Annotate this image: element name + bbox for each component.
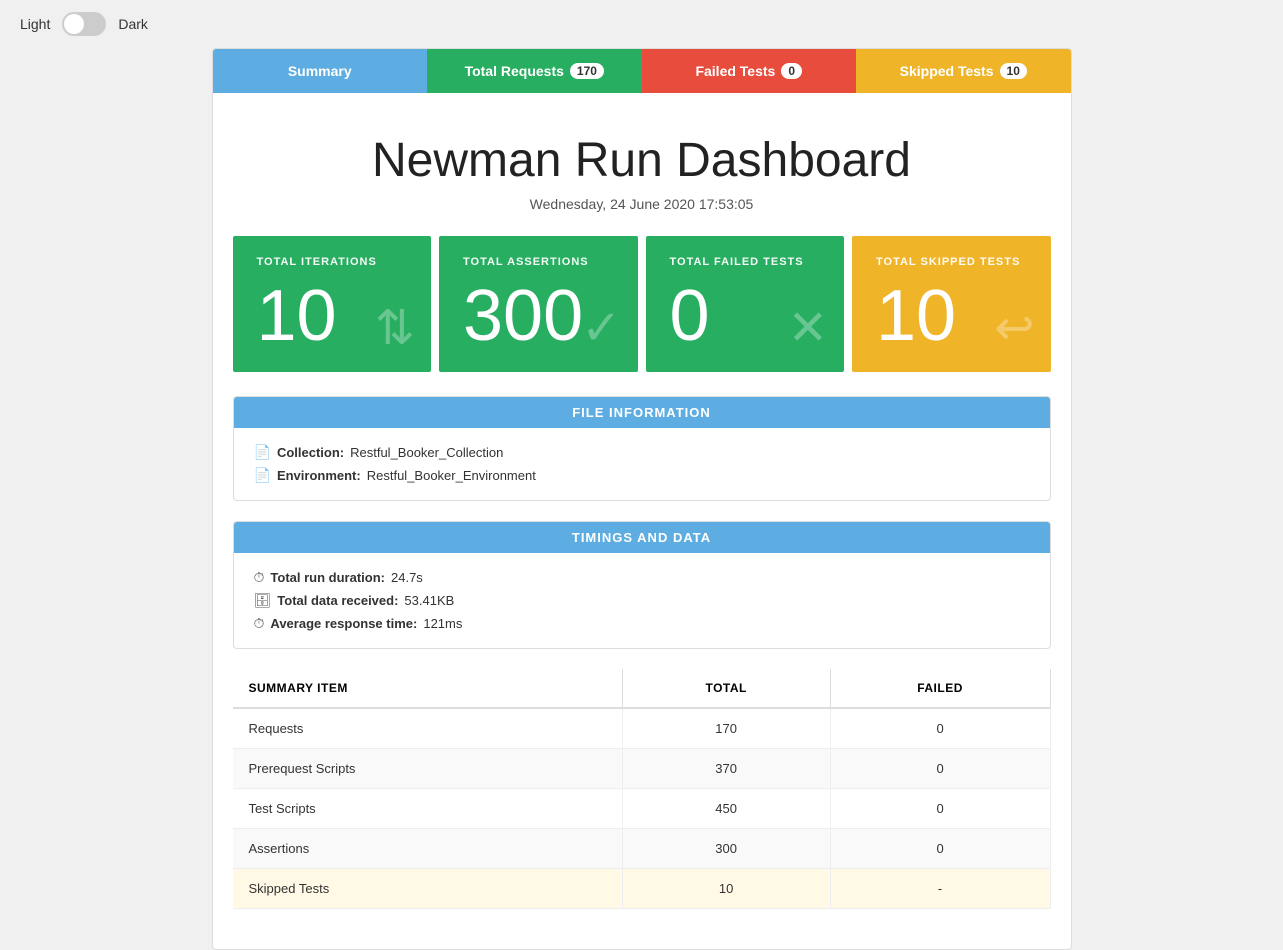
skipped-icon: ↩ — [994, 300, 1034, 356]
row-total: 300 — [622, 829, 830, 869]
iterations-icon: ⇅ — [375, 300, 415, 356]
row-total: 370 — [622, 749, 830, 789]
stats-row: TOTAL ITERATIONS 10 ⇅ TOTAL ASSERTIONS 3… — [233, 236, 1051, 372]
dashboard-content: Newman Run Dashboard Wednesday, 24 June … — [213, 93, 1071, 949]
dashboard-date: Wednesday, 24 June 2020 17:53:05 — [233, 196, 1051, 212]
timings-header: TIMINGS AND DATA — [234, 522, 1050, 553]
tab-skipped-tests-badge: 10 — [1000, 63, 1027, 79]
col-total-header: TOTAL — [622, 669, 830, 708]
response-value: 121ms — [423, 616, 462, 631]
stat-assertions-label: TOTAL ASSERTIONS — [463, 256, 614, 268]
light-label: Light — [20, 16, 50, 32]
table-row: Requests1700 — [233, 708, 1051, 749]
response-row: ⏱ Average response time: 121ms — [254, 615, 1030, 632]
row-failed: 0 — [830, 749, 1050, 789]
environment-label: Environment: — [277, 468, 361, 483]
row-failed: 0 — [830, 829, 1050, 869]
theme-toggle[interactable] — [62, 12, 106, 36]
row-failed: - — [830, 869, 1050, 909]
row-item: Skipped Tests — [233, 869, 623, 909]
duration-value: 24.7s — [391, 570, 423, 585]
table-row: Assertions3000 — [233, 829, 1051, 869]
environment-icon: 📄 — [254, 467, 271, 484]
response-icon: ⏱ — [254, 615, 265, 632]
col-failed-header: FAILED — [830, 669, 1050, 708]
tab-total-requests-badge: 170 — [570, 63, 604, 79]
assertions-icon: ✓ — [581, 300, 621, 356]
stat-iterations-label: TOTAL ITERATIONS — [257, 256, 408, 268]
stat-card-skipped: TOTAL SKIPPED TESTS 10 ↩ — [852, 236, 1051, 372]
data-row: 🗄 Total data received: 53.41KB — [254, 592, 1030, 609]
row-item: Prerequest Scripts — [233, 749, 623, 789]
data-value: 53.41KB — [404, 593, 454, 608]
stat-skipped-label: TOTAL SKIPPED TESTS — [876, 256, 1027, 268]
collection-value: Restful_Booker_Collection — [350, 445, 503, 460]
summary-table: SUMMARY ITEM TOTAL FAILED Requests1700Pr… — [233, 669, 1051, 909]
response-label: Average response time: — [270, 616, 417, 631]
col-item-header: SUMMARY ITEM — [233, 669, 623, 708]
tab-skipped-tests[interactable]: Skipped Tests 10 — [856, 49, 1071, 93]
row-total: 170 — [622, 708, 830, 749]
row-total: 10 — [622, 869, 830, 909]
table-row: Test Scripts4500 — [233, 789, 1051, 829]
duration-label: Total run duration: — [270, 570, 385, 585]
failed-icon: ✕ — [788, 300, 828, 356]
tab-failed-tests-badge: 0 — [781, 63, 802, 79]
environment-value: Restful_Booker_Environment — [367, 468, 536, 483]
tab-total-requests[interactable]: Total Requests 170 — [427, 49, 642, 93]
dashboard-title: Newman Run Dashboard — [233, 133, 1051, 188]
row-failed: 0 — [830, 789, 1050, 829]
row-item: Assertions — [233, 829, 623, 869]
row-item: Test Scripts — [233, 789, 623, 829]
tab-failed-tests[interactable]: Failed Tests 0 — [642, 49, 857, 93]
tab-total-requests-label: Total Requests — [465, 63, 564, 79]
tabs-bar: Summary Total Requests 170 Failed Tests … — [213, 49, 1071, 93]
dark-label: Dark — [118, 16, 148, 32]
row-total: 450 — [622, 789, 830, 829]
table-header-row: SUMMARY ITEM TOTAL FAILED — [233, 669, 1051, 708]
top-bar: Light Dark — [0, 0, 1283, 48]
table-row: Prerequest Scripts3700 — [233, 749, 1051, 789]
data-label: Total data received: — [277, 593, 398, 608]
file-info-header: FILE INFORMATION — [234, 397, 1050, 428]
table-row: Skipped Tests10- — [233, 869, 1051, 909]
file-info-section: FILE INFORMATION 📄 Collection: Restful_B… — [233, 396, 1051, 501]
main-card: Summary Total Requests 170 Failed Tests … — [212, 48, 1072, 950]
data-icon: 🗄 — [254, 592, 272, 609]
collection-row: 📄 Collection: Restful_Booker_Collection — [254, 444, 1030, 461]
timings-body: ⏱ Total run duration: 24.7s 🗄 Total data… — [234, 553, 1050, 648]
tab-summary[interactable]: Summary — [213, 49, 428, 93]
tab-skipped-tests-label: Skipped Tests — [900, 63, 994, 79]
duration-icon: ⏱ — [254, 569, 265, 586]
row-failed: 0 — [830, 708, 1050, 749]
collection-label: Collection: — [277, 445, 344, 460]
tab-failed-tests-label: Failed Tests — [695, 63, 775, 79]
file-info-body: 📄 Collection: Restful_Booker_Collection … — [234, 428, 1050, 500]
collection-icon: 📄 — [254, 444, 271, 461]
stat-failed-label: TOTAL FAILED TESTS — [670, 256, 821, 268]
row-item: Requests — [233, 708, 623, 749]
stat-card-failed: TOTAL FAILED TESTS 0 ✕ — [646, 236, 845, 372]
duration-row: ⏱ Total run duration: 24.7s — [254, 569, 1030, 586]
stat-card-assertions: TOTAL ASSERTIONS 300 ✓ — [439, 236, 638, 372]
environment-row: 📄 Environment: Restful_Booker_Environmen… — [254, 467, 1030, 484]
timings-section: TIMINGS AND DATA ⏱ Total run duration: 2… — [233, 521, 1051, 649]
tab-summary-label: Summary — [288, 63, 352, 79]
stat-card-iterations: TOTAL ITERATIONS 10 ⇅ — [233, 236, 432, 372]
